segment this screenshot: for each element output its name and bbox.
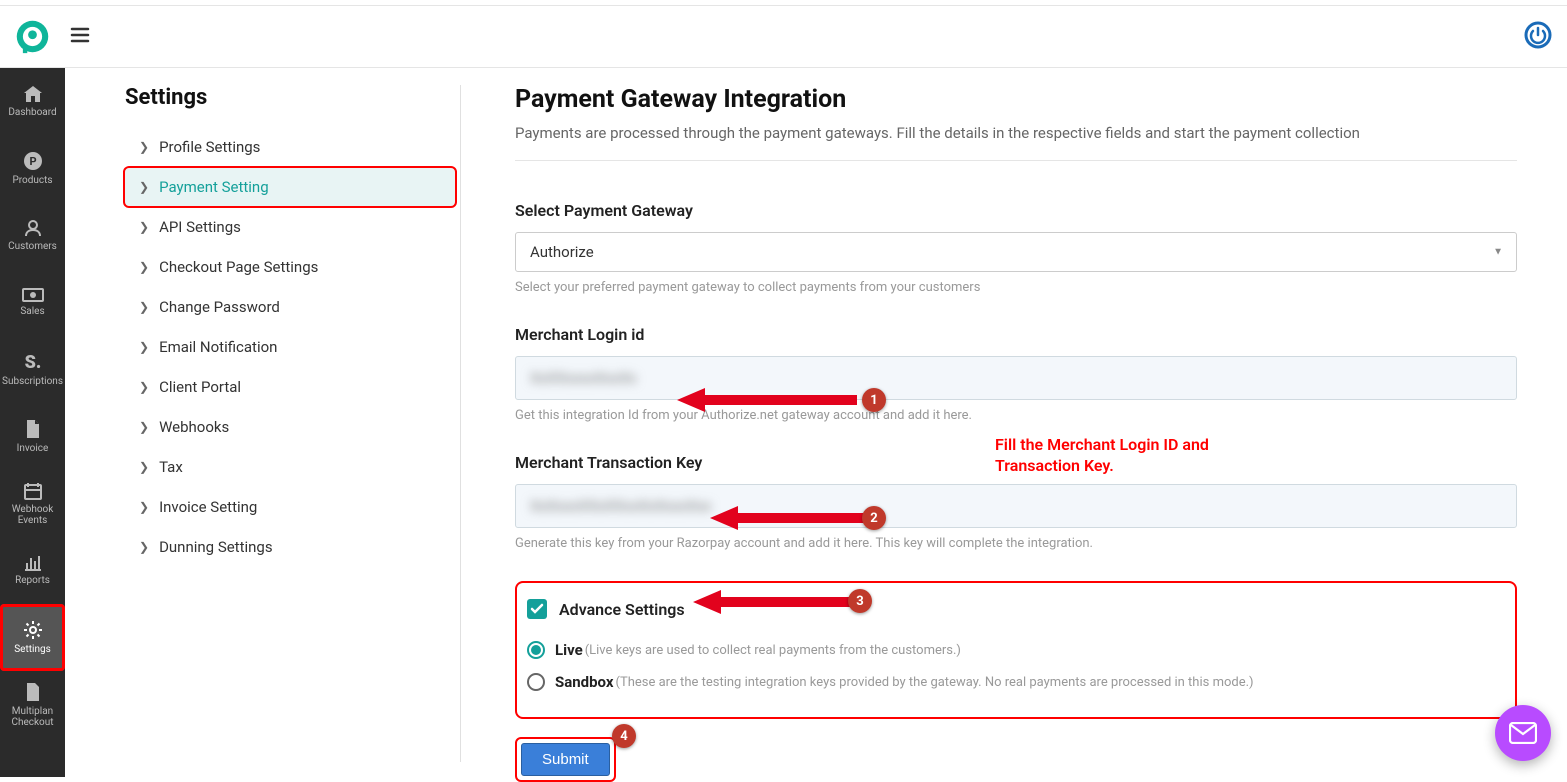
vertical-divider (460, 85, 461, 762)
gateway-select[interactable]: Authorize ▼ (515, 232, 1517, 272)
subnav-heading: Settings (125, 85, 455, 110)
chart-icon (24, 555, 42, 571)
brand-logo (15, 19, 50, 54)
annotation-num-3: 3 (848, 589, 872, 613)
chevron-right-icon: ❯ (139, 340, 149, 354)
submit-button[interactable]: Submit (521, 743, 610, 776)
annotation-text: Fill the Merchant Login ID and Transacti… (995, 435, 1265, 477)
merchant-tkey-helper: Generate this key from your Razorpay acc… (515, 536, 1517, 551)
merchant-login-helper: Get this integration Id from your Author… (515, 408, 1517, 423)
settings-subnav: Settings ❯Profile Settings ❯Payment Sett… (125, 85, 455, 568)
gateway-select-helper: Select your preferred payment gateway to… (515, 280, 1517, 295)
sidebar-item-invoice[interactable]: Invoice (0, 403, 65, 470)
sidebar-label: Webhook Events (0, 504, 65, 526)
chevron-right-icon: ❯ (139, 460, 149, 474)
subnav-api[interactable]: ❯API Settings (125, 208, 455, 246)
subnav-webhooks[interactable]: ❯Webhooks (125, 408, 455, 446)
file-icon (25, 419, 41, 439)
power-icon[interactable] (1524, 21, 1552, 53)
radio-unselected-icon (527, 673, 545, 691)
chevron-right-icon: ❯ (139, 420, 149, 434)
chevron-right-icon: ❯ (139, 300, 149, 314)
radio-live[interactable]: Live (Live keys are used to collect real… (527, 641, 1505, 659)
radio-sandbox[interactable]: Sandbox (These are the testing integrati… (527, 673, 1505, 691)
subnav-checkout-page[interactable]: ❯ Checkout Page Settings (125, 248, 455, 286)
sidebar-label: Sales (20, 306, 44, 317)
svg-text:P: P (29, 155, 36, 168)
subnav-change-password[interactable]: ❯Change Password (125, 288, 455, 326)
user-icon (24, 219, 42, 237)
radio-sandbox-label: Sandbox (555, 673, 614, 691)
hamburger-icon[interactable] (70, 25, 90, 49)
submit-wrap: Submit (515, 737, 616, 782)
sidebar-item-webhook-events[interactable]: Webhook Events (0, 470, 65, 537)
subscription-icon: S. (23, 352, 43, 372)
subnav-dunning[interactable]: ❯Dunning Settings (125, 528, 455, 566)
chat-fab[interactable] (1495, 705, 1551, 761)
gear-icon (23, 620, 43, 640)
advance-settings-label: Advance Settings (559, 600, 685, 619)
product-icon: P (23, 151, 43, 171)
merchant-login-input[interactable]: XxXXxxxxXxxXx (515, 356, 1517, 400)
money-icon (22, 288, 44, 302)
page-subtitle: Payments are processed through the payme… (515, 124, 1517, 142)
radio-selected-icon (527, 641, 545, 659)
sidebar-label: Reports (15, 575, 50, 586)
chevron-right-icon: ❯ (139, 140, 149, 154)
annotation-num-1: 1 (862, 388, 886, 412)
chevron-right-icon: ❯ (139, 180, 149, 194)
page-title: Payment Gateway Integration (515, 85, 1517, 114)
chevron-right-icon: ❯ (139, 260, 149, 274)
subnav-payment[interactable]: ❯Payment Setting (125, 168, 455, 206)
gateway-select-value: Authorize (515, 232, 1517, 272)
file-icon (25, 682, 41, 702)
sidebar-label: Invoice (17, 443, 49, 454)
sidebar-item-sales[interactable]: Sales (0, 269, 65, 336)
svg-text:S.: S. (24, 352, 41, 372)
left-sidebar: Dashboard P Products Customers Sales S. … (0, 68, 65, 777)
mail-icon (1509, 722, 1537, 744)
chevron-right-icon: ❯ (139, 540, 149, 554)
sidebar-label: Customers (8, 241, 57, 252)
radio-live-desc: (Live keys are used to collect real paym… (585, 643, 961, 658)
calendar-icon (23, 482, 43, 500)
sidebar-item-subscriptions[interactable]: S. Subscriptions (0, 336, 65, 403)
sidebar-item-dashboard[interactable]: Dashboard (0, 68, 65, 135)
chevron-right-icon: ❯ (139, 500, 149, 514)
subnav-profile[interactable]: ❯Profile Settings (125, 128, 455, 166)
subnav-client-portal[interactable]: ❯Client Portal (125, 368, 455, 406)
sidebar-item-reports[interactable]: Reports (0, 537, 65, 604)
radio-live-label: Live (555, 641, 583, 659)
subnav-tax[interactable]: ❯Tax (125, 448, 455, 486)
chevron-right-icon: ❯ (139, 380, 149, 394)
topbar (0, 5, 1567, 68)
subnav-email-notification[interactable]: ❯Email Notification (125, 328, 455, 366)
annotation-num-2: 2 (862, 506, 886, 530)
sidebar-label: Multiplan Checkout (0, 706, 65, 728)
sidebar-item-multiplan[interactable]: Multiplan Checkout (0, 671, 65, 738)
sidebar-label: Settings (14, 644, 51, 655)
advance-settings-group: Advance Settings Live (Live keys are use… (515, 581, 1517, 719)
sidebar-label: Subscriptions (2, 376, 63, 387)
main-content: Payment Gateway Integration Payments are… (515, 85, 1517, 777)
sidebar-label: Dashboard (8, 107, 56, 118)
merchant-login-label: Merchant Login id (515, 325, 1517, 344)
chevron-right-icon: ❯ (139, 220, 149, 234)
sidebar-item-products[interactable]: P Products (0, 135, 65, 202)
checkbox-checked-icon (527, 599, 547, 619)
merchant-tkey-input[interactable]: XxXxxxXXxXXxxXxXxxxXxx (515, 484, 1517, 528)
select-gateway-label: Select Payment Gateway (515, 201, 1517, 220)
subnav-invoice-setting[interactable]: ❯Invoice Setting (125, 488, 455, 526)
home-icon (23, 85, 43, 103)
radio-sandbox-desc: (These are the testing integration keys … (616, 675, 1254, 690)
sidebar-item-settings[interactable]: Settings (0, 604, 65, 671)
annotation-num-4: 4 (612, 724, 636, 748)
sidebar-label: Products (12, 175, 52, 186)
divider (515, 160, 1517, 161)
advance-settings-checkbox[interactable]: Advance Settings (527, 599, 1505, 619)
sidebar-item-customers[interactable]: Customers (0, 202, 65, 269)
